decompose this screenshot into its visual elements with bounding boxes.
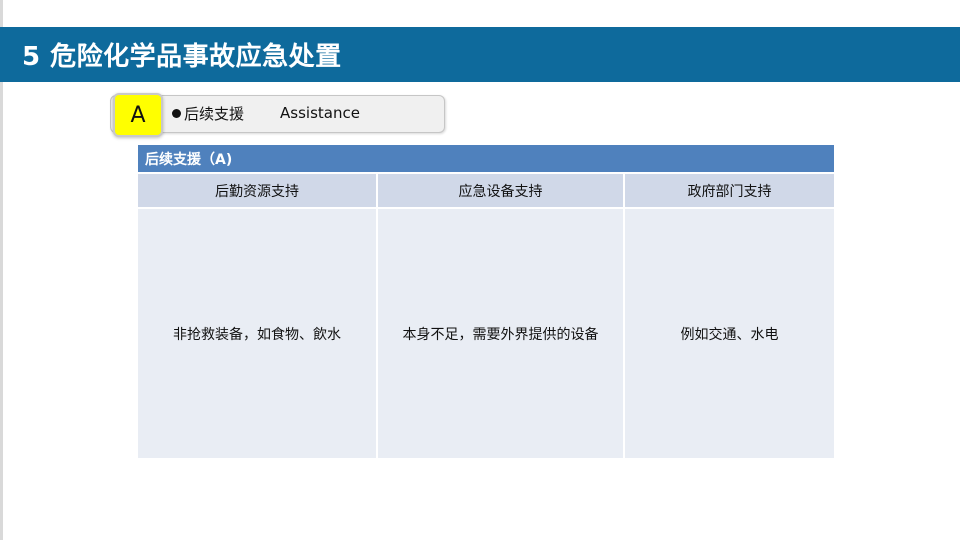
table-column-headers: 后勤资源支持 应急设备支持 政府部门支持: [138, 174, 834, 207]
section-label: 后续支援 Assistance: [172, 103, 360, 123]
bullet-icon: [172, 108, 181, 118]
table-header: 后续支援（A): [138, 145, 834, 172]
section-badge: A: [113, 93, 163, 137]
table-cell-government: 例如交通、水电: [625, 209, 834, 458]
column-header-government: 政府部门支持: [625, 174, 834, 207]
section-label-en: Assistance: [280, 104, 360, 122]
table-cell-logistics: 非抢救装备，如食物、飲水: [138, 209, 376, 458]
title-bar: 5 危险化学品事故应急处置: [0, 27, 960, 82]
table-row: 非抢救装备，如食物、飲水 本身不足，需要外界提供的设备 例如交通、水电: [138, 209, 834, 458]
section-label-cn: 后续支援: [184, 104, 245, 123]
column-header-logistics: 后勤资源支持: [138, 174, 376, 207]
slide-title: 5 危险化学品事故应急处置: [22, 42, 342, 72]
table-cell-equipment: 本身不足，需要外界提供的设备: [378, 209, 623, 458]
column-header-equipment: 应急设备支持: [378, 174, 623, 207]
assistance-table: 后续支援（A) 后勤资源支持 应急设备支持 政府部门支持 非抢救装备，如食物、飲…: [138, 145, 834, 460]
